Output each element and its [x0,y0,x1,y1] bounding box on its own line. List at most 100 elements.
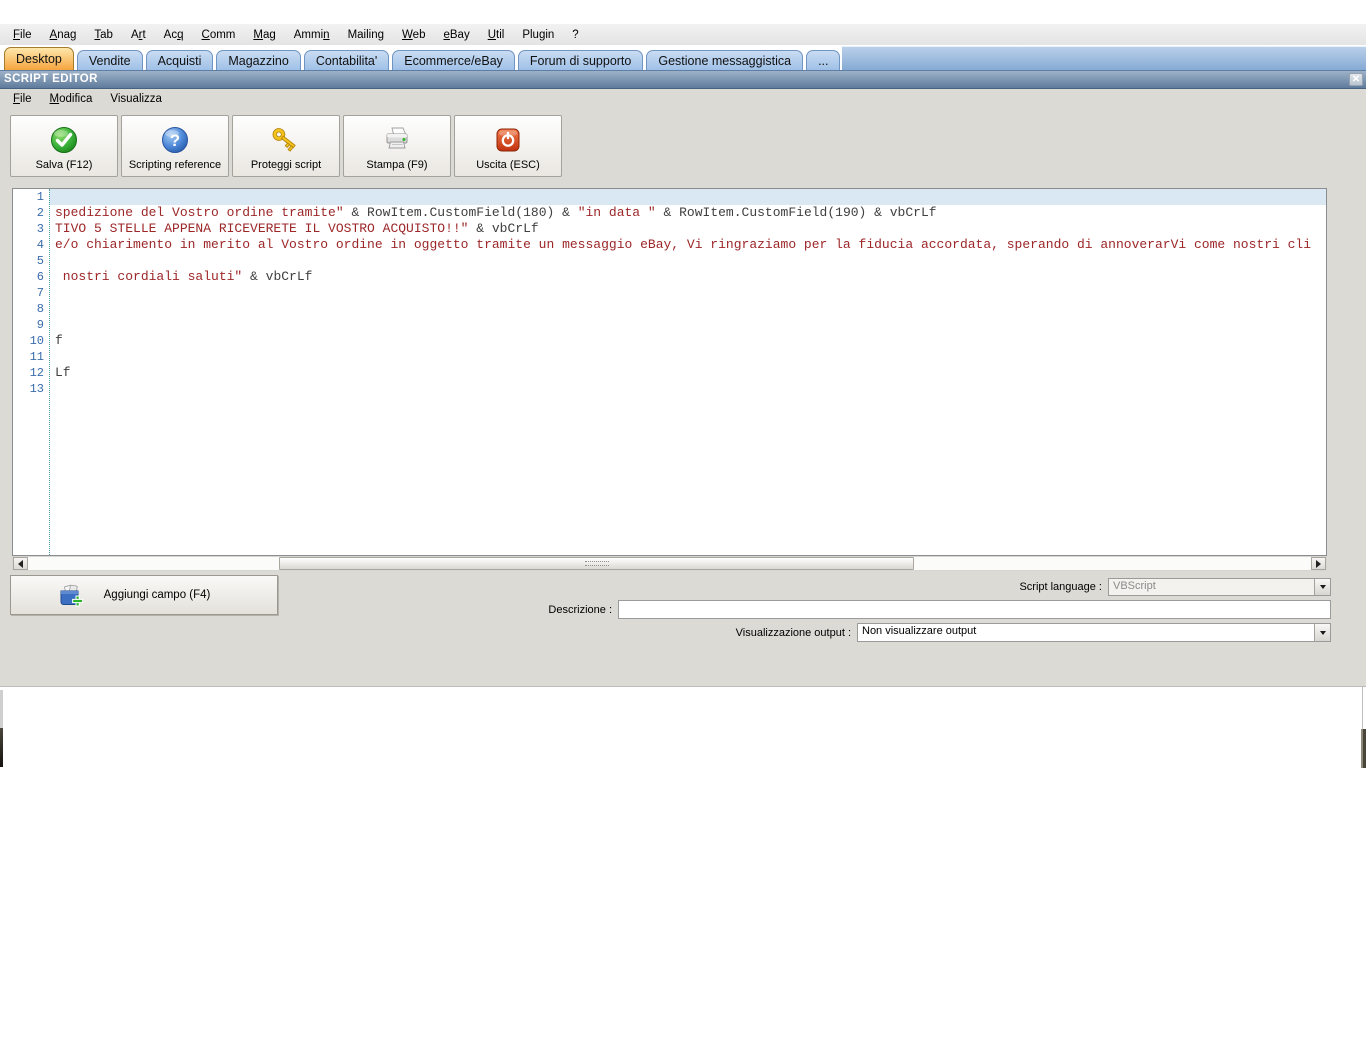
code-string-segment: spedizione del Vostro ordine tramite" [55,205,344,220]
menu-item-tab[interactable]: Tab [85,27,122,43]
tab-gestione-messaggistica[interactable]: Gestione messaggistica [646,50,804,71]
code-segment: & RowItem.CustomField(190) & vbCrLf [655,205,937,220]
editor-line[interactable]: 10 f [13,333,1326,349]
tab-contabilita[interactable]: Contabilita' [303,50,390,71]
code-segment: & vbCrLf [468,221,539,236]
horizontal-scrollbar[interactable] [12,556,1327,571]
editor-line[interactable]: 5 [13,253,1326,269]
script-language-select[interactable]: VBScript [1108,578,1331,596]
add-field-button[interactable]: Aggiungi campo (F4) [10,575,278,615]
editor-menu-bar: File Modifica Visualizza [4,91,171,107]
toolbar-button-salva-f12[interactable]: Salva (F12) [10,115,118,177]
line-number: 4 [36,238,44,252]
menu-item-file[interactable]: File [4,27,41,43]
code-string-segment: "in data " [577,205,656,220]
exit-power-icon [493,124,523,156]
editor-line[interactable]: 12 Lf [13,365,1326,381]
toolbar-button-label: Proteggi script [250,158,322,171]
menu-item-comm[interactable]: Comm [193,27,245,43]
script-language-label: Script language : [1019,581,1102,593]
left-edge-artifact-dark [0,728,3,767]
tab-desktop[interactable]: Desktop [4,47,74,71]
toolbar-button-label: Salva (F12) [35,158,93,171]
scroll-right-icon[interactable] [1311,557,1326,570]
add-field-icon [57,583,84,614]
menu-item-mailing[interactable]: Mailing [339,27,393,43]
menu-item-util[interactable]: Util [479,27,514,43]
line-number: 10 [29,334,44,348]
editor-line[interactable]: 9 [13,317,1326,333]
code-editor[interactable]: 1 2 spedizione del Vostro ordine tramite" … [12,188,1327,556]
code-string-segment: e/o chiarimento in merito al Vostro ordi… [55,237,1312,252]
menu-item-acq[interactable]: Acq [155,27,193,43]
tab-vendite[interactable]: Vendite [76,50,143,71]
right-edge-artifact [1362,687,1366,729]
tab-magazzino[interactable]: Magazzino [216,50,301,71]
toolbar-button-proteggi-script[interactable]: Proteggi script [232,115,340,177]
line-number: 9 [36,318,44,332]
menu-item-mag[interactable]: Mag [244,27,284,43]
menu-item-ebay[interactable]: eBay [434,27,478,43]
gutter-separator [49,189,50,555]
background-area [0,686,1366,1050]
printer-icon [381,124,413,156]
scrollbar-thumb[interactable] [279,557,914,570]
line-number: 3 [36,222,44,236]
editor-menu-item-file[interactable]: File [4,91,41,107]
code-text: e/o chiarimento in merito al Vostro ordi… [49,237,1326,253]
key-icon [269,124,303,156]
editor-line[interactable]: 4 e/o chiarimento in merito al Vostro ord… [13,237,1326,253]
menu-item-ammin[interactable]: Ammin [285,27,339,43]
right-edge-artifact-dark [1361,729,1366,768]
toolbar-button-uscita-esc[interactable]: Uscita (ESC) [454,115,562,177]
output-mode-select[interactable]: Non visualizzare output [857,623,1331,642]
tab-acquisti[interactable]: Acquisti [145,50,214,71]
description-input[interactable] [618,600,1331,619]
menu-item-item[interactable]: ? [563,27,587,43]
menu-item-web[interactable]: Web [393,27,434,43]
code-segment: & RowItem.CustomField(180) & [343,205,578,220]
output-mode-label: Visualizzazione output : [735,627,851,639]
editor-line[interactable]: 8 [13,301,1326,317]
code-string-segment: nostri cordiali saluti" [55,269,243,284]
editor-line[interactable]: 11 [13,349,1326,365]
code-text: nostri cordiali saluti" & vbCrLf [49,269,1326,285]
chevron-down-icon[interactable] [1314,579,1330,595]
scrollbar-grip [584,561,609,566]
description-label: Descrizione : [548,604,612,616]
editor-menu-item-modifica[interactable]: Modifica [41,91,102,107]
app-menu-bar: File Anag Tab Art Acq Comm Mag Ammin Mailing Web e… [0,24,1366,46]
line-number: 13 [29,382,44,396]
editor-line[interactable]: 1 [13,189,1326,205]
editor-line[interactable]: 7 [13,285,1326,301]
close-icon[interactable]: ✕ [1349,73,1363,86]
editor-line[interactable]: 13 [13,381,1326,397]
tab-forum-di-supporto[interactable]: Forum di supporto [517,50,644,71]
code-text: Lf [49,365,1326,381]
tab-item[interactable]: ... [806,50,841,71]
menu-item-plugin[interactable]: Plugin [513,27,563,43]
toolbar-button-scripting-reference[interactable]: ? Scripting reference [121,115,229,177]
code-segment: & vbCrLf [242,269,313,284]
editor-line[interactable]: 2 spedizione del Vostro ordine tramite" &… [13,205,1326,221]
editor-line[interactable]: 3 TIVO 5 STELLE APPENA RICEVERETE IL VOST… [13,221,1326,237]
code-string-segment: TIVO 5 STELLE APPENA RICEVERETE IL VOSTR… [55,221,469,236]
chevron-down-icon[interactable] [1314,624,1330,641]
add-field-label: Aggiungi campo (F4) [103,589,211,601]
menu-item-art[interactable]: Art [122,27,155,43]
scroll-left-icon[interactable] [13,557,28,570]
toolbar-button-stampa-f9[interactable]: Stampa (F9) [343,115,451,177]
tab-ecommerce-ebay[interactable]: Ecommerce/eBay [392,50,515,71]
line-number: 11 [29,350,44,364]
code-text: spedizione del Vostro ordine tramite" & … [49,205,1326,221]
menu-item-anag[interactable]: Anag [41,27,86,43]
editor-line[interactable]: 6 nostri cordiali saluti" & vbCrLf [13,269,1326,285]
line-number: 8 [36,302,44,316]
editor-menu-item-visualizza[interactable]: Visualizza [101,91,171,107]
code-text [49,189,1326,205]
